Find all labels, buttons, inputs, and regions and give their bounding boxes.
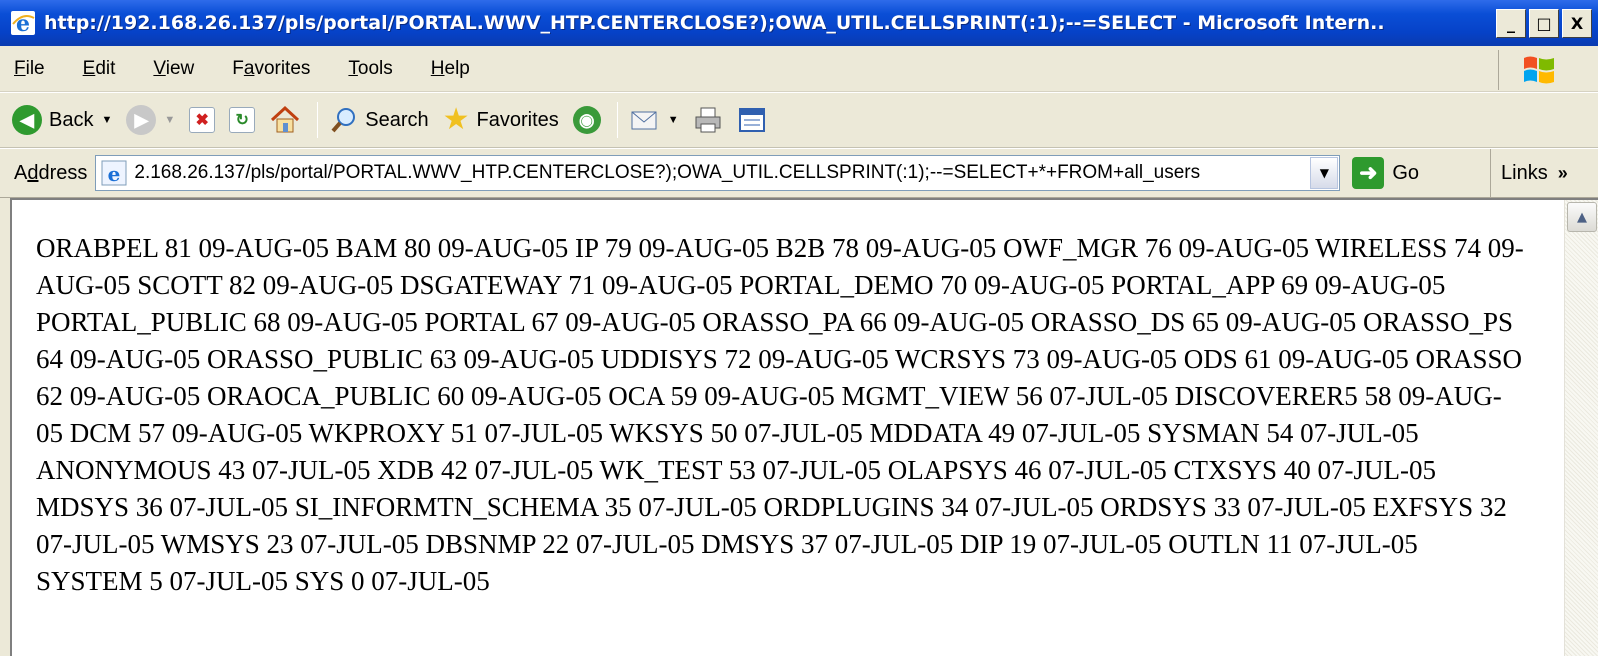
address-label-pre: A <box>14 161 28 184</box>
mail-dropdown-icon[interactable]: ▼ <box>668 114 679 126</box>
toolbar-separator <box>317 102 319 138</box>
menu-favorites-label: vorites <box>254 57 311 79</box>
close-icon: X <box>1570 14 1584 33</box>
back-button[interactable]: ◀ Back ▼ <box>12 105 112 135</box>
links-label: Links <box>1501 161 1548 184</box>
menu-view-key: V <box>153 57 166 79</box>
menu-file-label: ile <box>25 57 45 79</box>
address-label: Address <box>14 162 87 185</box>
toolbar: ◀ Back ▼ ▶ ▼ ✖ ↻ Search ★ Favorites ◉ ▼ <box>0 92 1598 148</box>
toolbar-separator-2 <box>616 102 618 138</box>
search-icon <box>331 108 356 133</box>
forward-dropdown-icon[interactable]: ▼ <box>164 114 175 126</box>
menu-edit[interactable]: Edit <box>79 54 120 84</box>
svg-text:e: e <box>16 11 30 36</box>
menu-edit-label: dit <box>95 57 116 79</box>
minimize-button[interactable]: _ <box>1496 9 1526 38</box>
menu-tools[interactable]: Tools <box>344 54 396 84</box>
address-label-key: d <box>27 161 39 184</box>
menu-bar: File Edit View Favorites Tools Help <box>0 46 1598 92</box>
title-bar: e http://192.168.26.137/pls/portal/PORTA… <box>0 0 1598 46</box>
menu-favorites-key: a <box>243 57 255 79</box>
maximize-button[interactable]: □ <box>1529 9 1559 38</box>
chevron-down-icon: ▼ <box>1319 166 1329 180</box>
forward-arrow-icon: ▶ <box>126 105 157 135</box>
favorites-label: Favorites <box>476 108 559 131</box>
query-result-text: ORABPEL 81 09-AUG-05 BAM 80 09-AUG-05 IP… <box>36 233 1524 596</box>
menu-tools-label: ools <box>357 57 393 79</box>
menu-edit-key: E <box>82 57 96 79</box>
menu-help-key: H <box>430 57 445 79</box>
search-label: Search <box>365 108 429 131</box>
close-button[interactable]: X <box>1562 9 1592 38</box>
address-dropdown-button[interactable]: ▼ <box>1310 157 1339 189</box>
links-button[interactable]: Links » <box>1490 149 1598 197</box>
scroll-up-icon: ▲ <box>1577 209 1587 225</box>
menu-help-label: elp <box>444 57 470 79</box>
windows-logo-icon <box>1523 56 1554 84</box>
menu-help[interactable]: Help <box>427 54 474 84</box>
windows-logo-area <box>1498 50 1578 90</box>
svg-text:e: e <box>108 162 121 186</box>
page-content: ORABPEL 81 09-AUG-05 BAM 80 09-AUG-05 IP… <box>10 198 1598 656</box>
menu-tools-key: T <box>348 57 358 79</box>
address-label-rest: dress <box>38 161 88 184</box>
ie-icon: e <box>11 11 35 36</box>
edit-button[interactable] <box>737 106 767 134</box>
forward-button[interactable]: ▶ ▼ <box>126 105 175 135</box>
print-button[interactable] <box>693 106 723 134</box>
menu-view-label: iew <box>165 57 195 79</box>
favorites-star-icon: ★ <box>442 103 470 136</box>
vertical-scrollbar[interactable]: ▲ <box>1564 200 1598 656</box>
home-button[interactable] <box>269 105 301 135</box>
window-title: http://192.168.26.137/pls/portal/PORTAL.… <box>44 12 1384 34</box>
back-label: Back <box>49 108 94 131</box>
go-label: Go <box>1392 161 1420 184</box>
search-button[interactable]: Search <box>330 106 429 134</box>
address-bar: Address e 2.168.26.137/pls/portal/PORTAL… <box>0 148 1598 198</box>
minimize-icon: _ <box>1507 14 1515 33</box>
page-icon: e <box>101 160 127 186</box>
back-dropdown-icon[interactable]: ▼ <box>101 114 112 126</box>
address-url: 2.168.26.137/pls/portal/PORTAL.WWV_HTP.C… <box>134 162 1201 183</box>
go-button[interactable]: ➜ Go <box>1352 157 1419 189</box>
go-arrow-icon: ➜ <box>1352 157 1385 189</box>
maximize-icon: □ <box>1536 14 1552 33</box>
scroll-up-button[interactable]: ▲ <box>1567 202 1597 232</box>
menu-file-key: F <box>14 57 26 79</box>
stop-icon: ✖ <box>189 107 216 133</box>
address-input[interactable]: e 2.168.26.137/pls/portal/PORTAL.WWV_HTP… <box>95 155 1341 191</box>
menu-favorites[interactable]: Favorites <box>228 54 314 84</box>
favorites-button[interactable]: ★ Favorites <box>443 105 559 135</box>
home-icon <box>271 105 300 133</box>
media-icon: ◉ <box>572 106 601 134</box>
stop-button[interactable]: ✖ <box>189 107 216 133</box>
print-icon <box>695 107 721 133</box>
media-button[interactable]: ◉ <box>572 106 601 134</box>
mail-icon <box>631 111 657 130</box>
menu-file[interactable]: File <box>10 54 49 84</box>
menu-favorites-pre: F <box>232 57 244 79</box>
window-controls: _ □ X <box>1496 9 1592 38</box>
refresh-icon: ↻ <box>229 107 256 133</box>
edit-page-icon <box>738 108 765 132</box>
menu-view[interactable]: View <box>149 54 198 84</box>
refresh-button[interactable]: ↻ <box>229 107 256 133</box>
mail-button[interactable]: ▼ <box>630 107 679 133</box>
links-chevron-icon: » <box>1557 162 1568 183</box>
back-arrow-icon: ◀ <box>12 105 42 135</box>
